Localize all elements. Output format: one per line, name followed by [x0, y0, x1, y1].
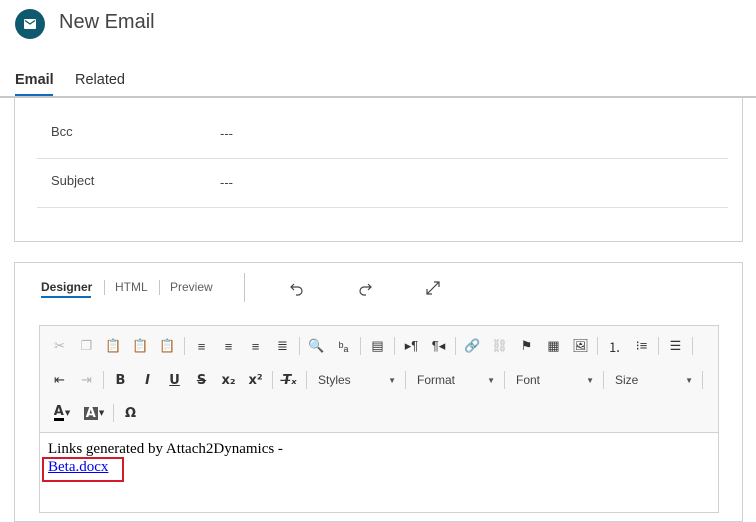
chevron-down-icon: ▼ — [388, 375, 396, 385]
subscript-icon[interactable]: x₂ — [215, 369, 242, 391]
toolbar-separator — [113, 404, 114, 422]
toolbar-separator — [603, 371, 604, 389]
toolbar-separator — [299, 337, 300, 355]
tab-divider — [104, 280, 105, 295]
styles-label: Styles — [318, 373, 351, 387]
expand-icon[interactable] — [423, 278, 443, 298]
toolbar-separator — [692, 337, 693, 355]
toolbar-separator — [306, 371, 307, 389]
subject-field[interactable]: --- — [220, 175, 233, 190]
tab-divider — [159, 280, 160, 295]
image-icon[interactable]: 🖼 — [567, 335, 594, 357]
chevron-down-icon: ▼ — [487, 375, 495, 385]
cut-icon[interactable]: ✂ — [46, 335, 73, 357]
email-fields-section: Bcc --- Subject --- — [14, 98, 743, 242]
toolbar-separator — [597, 337, 598, 355]
tab-email[interactable]: Email — [15, 72, 54, 88]
size-dropdown[interactable]: Size ▼ — [607, 369, 699, 391]
toolbar-separator — [658, 337, 659, 355]
ltr-icon[interactable]: ▸¶ — [398, 335, 425, 357]
tab-related[interactable]: Related — [75, 72, 125, 88]
table-icon[interactable]: ▦ — [540, 335, 567, 357]
outdent-icon[interactable]: ⇤ — [46, 369, 73, 391]
text-color-icon[interactable]: A ▼ — [46, 402, 78, 424]
bcc-field[interactable]: --- — [220, 126, 233, 141]
chevron-down-icon: ▼ — [685, 375, 693, 385]
toolbar-separator — [184, 337, 185, 355]
styles-dropdown[interactable]: Styles ▼ — [310, 369, 402, 391]
superscript-icon[interactable]: x² — [242, 369, 269, 391]
unlink-icon[interactable]: ⛓ — [486, 335, 513, 357]
copy-icon[interactable]: ❐ — [73, 335, 100, 357]
page-title: New Email — [59, 11, 155, 33]
rich-text-toolbar: ✂ ❐ 📋 📋 📋 ≡ ≡ ≡ ≣ 🔍 ᵇₐ ▤ ▸¶ ¶◂ 🔗 ⛓ ⚑ ▦ 🖼 — [39, 325, 719, 433]
paste-icon[interactable]: 📋 — [100, 335, 127, 357]
background-color-icon[interactable]: A ▼ — [78, 402, 110, 424]
replace-icon[interactable]: ᵇₐ — [330, 335, 357, 357]
tab-html[interactable]: HTML — [115, 280, 148, 294]
font-dropdown[interactable]: Font ▼ — [508, 369, 600, 391]
toolbar-separator — [103, 371, 104, 389]
paste-word-icon[interactable]: 📋 — [154, 335, 181, 357]
body-text: Links generated by Attach2Dynamics - — [48, 441, 283, 457]
find-icon[interactable]: 🔍 — [303, 335, 330, 357]
envelope-icon — [24, 19, 36, 29]
size-label: Size — [615, 373, 639, 387]
undo-icon[interactable] — [287, 278, 307, 298]
align-center-icon[interactable]: ≡ — [215, 335, 242, 357]
subject-field-row: Subject --- — [37, 159, 728, 208]
toolbar-separator — [272, 371, 273, 389]
link-icon[interactable]: 🔗 — [459, 335, 486, 357]
toolbar-separator — [405, 371, 406, 389]
format-dropdown[interactable]: Format ▼ — [409, 369, 501, 391]
toolbar-divider — [244, 273, 245, 302]
active-editor-tab-indicator — [41, 296, 91, 298]
toolbar-separator — [360, 337, 361, 355]
toolbar-row-2: ⇤ ⇥ B I U S x₂ x² T̶ₓ Styles ▼ Format ▼ … — [46, 366, 706, 394]
strikethrough-icon[interactable]: S — [188, 369, 215, 391]
toolbar-row-3: A ▼ A ▼ Ω — [46, 399, 144, 427]
toolbar-separator — [455, 337, 456, 355]
italic-icon[interactable]: I — [134, 369, 161, 391]
email-body-editor: Designer HTML Preview ✂ ❐ 📋 📋 📋 ≡ ≡ ≡ ≣ … — [14, 262, 743, 522]
paste-text-icon[interactable]: 📋 — [127, 335, 154, 357]
bcc-field-row: Bcc --- — [37, 110, 728, 159]
toolbar-separator — [702, 371, 703, 389]
tab-designer[interactable]: Designer — [41, 280, 92, 294]
toolbar-separator — [504, 371, 505, 389]
toolbar-row-1: ✂ ❐ 📋 📋 📋 ≡ ≡ ≡ ≣ 🔍 ᵇₐ ▤ ▸¶ ¶◂ 🔗 ⛓ ⚑ ▦ 🖼 — [46, 332, 696, 360]
align-left-icon[interactable]: ≡ — [188, 335, 215, 357]
horizontal-rule-icon[interactable]: ☰ — [662, 335, 689, 357]
highlight-annotation — [42, 457, 124, 482]
special-character-icon[interactable]: Ω — [117, 402, 144, 424]
bold-icon[interactable]: B — [107, 369, 134, 391]
chevron-down-icon: ▼ — [586, 375, 594, 385]
underline-icon[interactable]: U — [161, 369, 188, 391]
format-label: Format — [417, 373, 456, 387]
bcc-label: Bcc — [51, 124, 73, 139]
bulleted-list-icon[interactable]: ⁝≡ — [628, 335, 655, 357]
subject-label: Subject — [51, 173, 95, 188]
rtl-icon[interactable]: ¶◂ — [425, 335, 452, 357]
justify-icon[interactable]: ≣ — [269, 335, 296, 357]
font-label: Font — [516, 373, 541, 387]
remove-format-icon[interactable]: T̶ₓ — [276, 369, 303, 391]
editor-content-area[interactable]: Links generated by Attach2Dynamics - Bet… — [39, 433, 719, 513]
redo-icon[interactable] — [355, 278, 375, 298]
record-header: New Email Email Related — [0, 0, 756, 100]
email-entity-avatar — [15, 9, 45, 39]
tab-preview[interactable]: Preview — [170, 280, 213, 294]
toolbar-separator — [394, 337, 395, 355]
anchor-flag-icon[interactable]: ⚑ — [513, 335, 540, 357]
select-all-icon[interactable]: ▤ — [364, 335, 391, 357]
indent-icon[interactable]: ⇥ — [73, 369, 100, 391]
align-right-icon[interactable]: ≡ — [242, 335, 269, 357]
numbered-list-icon[interactable]: ⒈ — [601, 335, 628, 357]
